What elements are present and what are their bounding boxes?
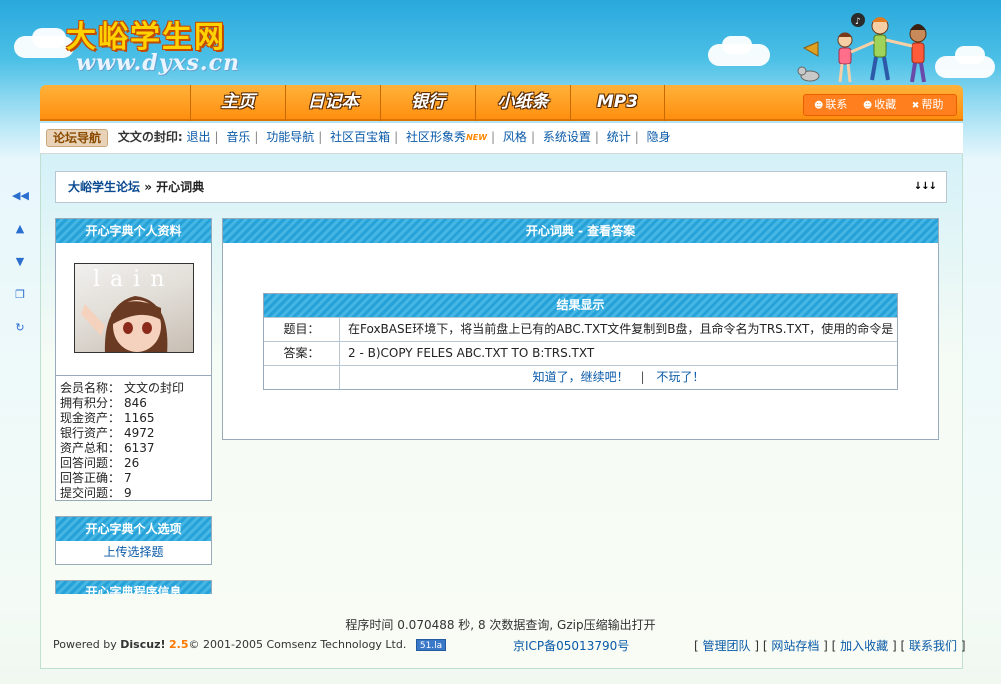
avatar: lain xyxy=(73,263,194,353)
cloud-decoration xyxy=(722,36,752,54)
profile-panel-title: 开心字典个人资料 xyxy=(56,219,211,243)
nav-diary[interactable]: 日记本 xyxy=(285,85,380,121)
subnav-music[interactable]: 音乐 xyxy=(226,130,250,144)
answer-row: 答案： 2 - B)COPY FELES ABC.TXT TO B:TRS.TX… xyxy=(264,341,897,365)
cloud-decoration xyxy=(32,28,66,48)
avatar-caption: lain xyxy=(93,267,174,292)
breadcrumb: 大峪学生论坛 » 开心词典 ↓↓↓ xyxy=(55,171,947,203)
stat-value: 846 xyxy=(124,396,147,410)
footer-admin-team[interactable]: 管理团队 xyxy=(703,639,751,653)
favorite-icon: ☻ xyxy=(862,101,873,111)
nav-right-box: ☻ 联系 ☻ 收藏 ✖ 帮助 xyxy=(803,94,957,116)
side-toolbar: ◀◀ ▲ ▼ ❐ ↻ xyxy=(12,188,29,353)
discuz-link[interactable]: Discuz! xyxy=(120,638,165,651)
breadcrumb-forum[interactable]: 大峪学生论坛 xyxy=(68,180,140,194)
answer-box: 开心词典 - 查看答案 结果显示 题目： 在FoxBASE环境下，将当前盘上已有… xyxy=(222,218,939,440)
stat-row: 回答正确： 7 xyxy=(60,471,132,485)
stat-row: 银行资产： 4972 xyxy=(60,426,155,440)
forum-subnav: 论坛导航 文文の封印: 退出 | 音乐 | 功能导航 | 社区百宝箱 | 社区形象秀NE… xyxy=(40,123,963,154)
question-row: 题目： 在FoxBASE环境下，将当前盘上已有的ABC.TXT文件复制到B盘，且… xyxy=(264,317,897,341)
subnav-avatar-show[interactable]: 社区形象秀 xyxy=(406,130,466,144)
stats-badge[interactable]: 51.la xyxy=(415,639,447,651)
stat-row: 提交问题： 9 xyxy=(60,486,132,500)
stat-row: 现金资产： 1165 xyxy=(60,411,155,425)
nav-bank[interactable]: 银行 xyxy=(380,85,475,121)
avatar-image: lain xyxy=(80,267,174,352)
favorite-label: 收藏 xyxy=(874,98,897,111)
result-title: 结果显示 xyxy=(264,294,897,317)
jump-arrows-icon[interactable]: ↓↓↓ xyxy=(914,172,937,202)
cloud-decoration xyxy=(955,46,985,64)
collapse-left-icon[interactable]: ◀◀ xyxy=(12,188,29,204)
current-user: 文文の封印: xyxy=(117,130,183,144)
breadcrumb-sep: » xyxy=(140,180,157,194)
stat-value: 9 xyxy=(124,486,132,500)
footer-archive[interactable]: 网站存档 xyxy=(771,639,819,653)
stat-value: 26 xyxy=(124,456,140,470)
result-table: 结果显示 题目： 在FoxBASE环境下，将当前盘上已有的ABC.TXT文件复制… xyxy=(263,293,898,390)
contact-link[interactable]: ☻ 联系 xyxy=(814,98,853,111)
stat-value: 4972 xyxy=(124,426,155,440)
upload-question-link[interactable]: 上传选择题 xyxy=(56,541,211,564)
subnav-feature-nav[interactable]: 功能导航 xyxy=(266,130,314,144)
stat-value: 文文の封印 xyxy=(124,381,185,395)
window-icon[interactable]: ❐ xyxy=(12,287,28,303)
program-info-panel: 开心字典程序信息 xyxy=(55,580,212,594)
program-time: 程序时间 0.070488 秒, 8 次数据查询, Gzip压缩输出打开 xyxy=(345,618,656,632)
nav-home[interactable]: 主页 xyxy=(190,85,285,121)
footer-add-favorite[interactable]: 加入收藏 xyxy=(840,639,888,653)
icp-link[interactable]: 京ICP备05013790号 xyxy=(513,637,629,654)
answer-text: 2 - B)COPY FELES ABC.TXT TO B:TRS.TXT xyxy=(348,346,595,360)
stat-row: 资产总和： 6137 xyxy=(60,441,155,455)
nav-mp3[interactable]: MP3 xyxy=(570,85,665,121)
subnav-logout[interactable]: 退出 xyxy=(186,130,210,144)
scroll-up-icon[interactable]: ▲ xyxy=(12,221,28,237)
answer-label: 答案： xyxy=(264,342,340,365)
continue-link[interactable]: 知道了，继续吧！ xyxy=(533,370,629,384)
nav-messages[interactable]: 小纸条 xyxy=(475,85,570,121)
help-label: 帮助 xyxy=(921,98,944,111)
scroll-down-icon[interactable]: ▼ xyxy=(12,254,28,270)
stat-value: 6137 xyxy=(124,441,155,455)
subnav-settings[interactable]: 系统设置 xyxy=(543,130,591,144)
options-panel: 开心字典个人选项 上传选择题 xyxy=(55,516,212,565)
subnav-style[interactable]: 风格 xyxy=(503,130,527,144)
answer-box-title: 开心词典 - 查看答案 xyxy=(223,219,938,243)
svg-text:♪: ♪ xyxy=(855,17,861,27)
stat-row: 拥有积分： 846 xyxy=(60,396,147,410)
stat-row: 会员名称： 文文の封印 xyxy=(60,381,185,395)
forum-nav-tag[interactable]: 论坛导航 xyxy=(46,128,109,147)
subnav-treasure-box[interactable]: 社区百宝箱 xyxy=(330,130,390,144)
new-badge: NEW xyxy=(466,133,488,142)
options-panel-title: 开心字典个人选项 xyxy=(56,517,211,541)
kids-illustration: ♪ xyxy=(797,13,927,83)
powered-by: Powered by Discuz! 2.5© 2001-2005 Comsen… xyxy=(53,638,447,651)
help-link[interactable]: ✖ 帮助 xyxy=(912,98,950,111)
profile-stats: 会员名称： 文文の封印 拥有积分： 846 现金资产： 1165 银行资产： 4972 … xyxy=(56,375,211,501)
breadcrumb-current: 开心词典 xyxy=(156,180,205,194)
contact-icon: ☻ xyxy=(814,101,824,111)
refresh-icon[interactable]: ↻ xyxy=(12,320,28,336)
stat-value: 1165 xyxy=(124,411,155,425)
footer-contact-us[interactable]: 联系我们 xyxy=(909,639,957,653)
subnav-stats[interactable]: 统计 xyxy=(607,130,631,144)
question-label: 题目： xyxy=(264,318,340,341)
action-row: 知道了，继续吧！ | 不玩了！ xyxy=(264,365,897,389)
stat-row: 回答问题： 26 xyxy=(60,456,140,470)
profile-panel: 开心字典个人资料 lain 会员名称： 文文の封印 拥有积分： 846 现金资产： 1… xyxy=(55,218,212,501)
footer-links: [ 管理团队 ] [ 网站存档 ] [ 加入收藏 ] [ 联系我们 ] xyxy=(694,639,966,653)
contact-label: 联系 xyxy=(825,98,848,111)
stat-value: 7 xyxy=(124,471,132,485)
favorite-link[interactable]: ☻ 收藏 xyxy=(863,98,902,111)
help-icon: ✖ xyxy=(911,101,920,111)
question-text: 在FoxBASE环境下，将当前盘上已有的ABC.TXT文件复制到B盘，且命令名为… xyxy=(348,322,894,336)
site-url-logo: www.dyxs.cn xyxy=(76,50,240,76)
program-info-title: 开心字典程序信息 xyxy=(56,581,211,594)
subnav-invisible[interactable]: 隐身 xyxy=(647,130,671,144)
quit-link[interactable]: 不玩了！ xyxy=(656,370,704,384)
